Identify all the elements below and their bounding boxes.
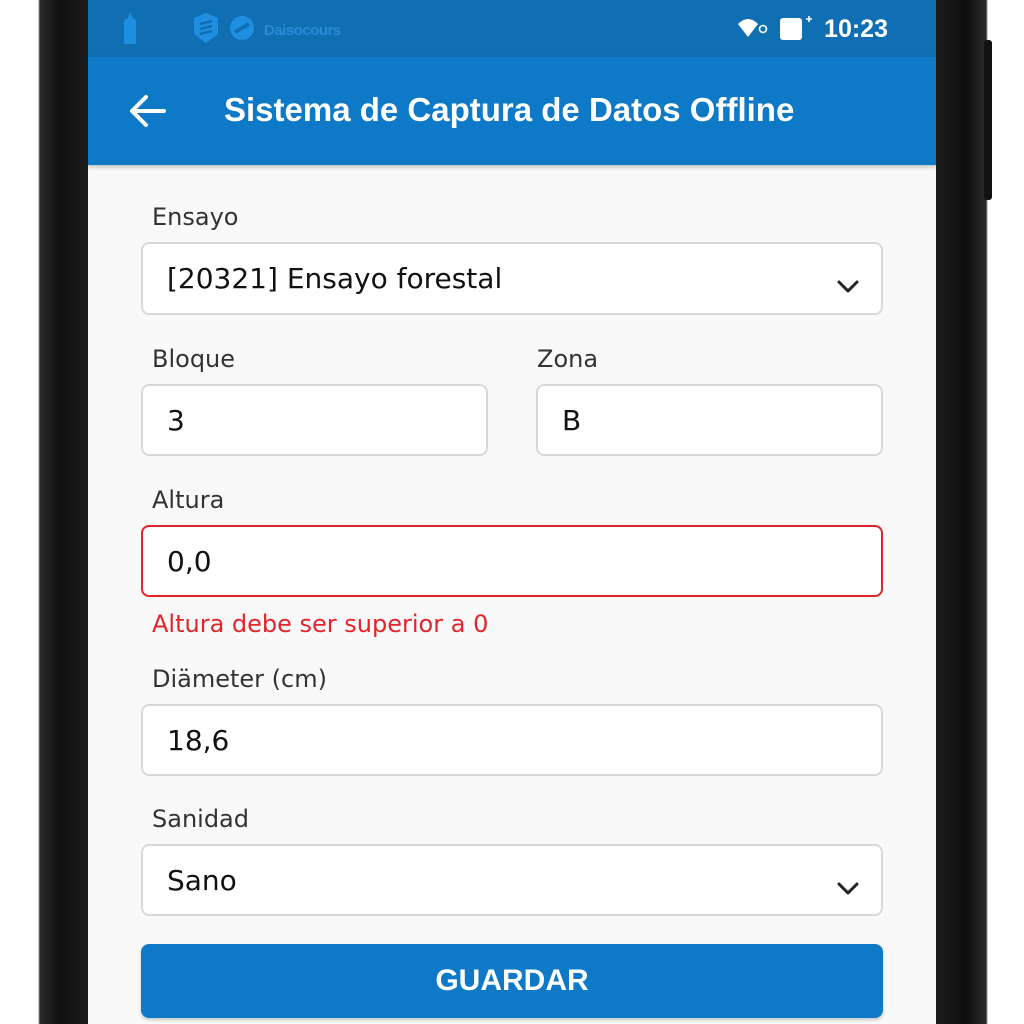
diametro-input[interactable]: 18,6	[141, 704, 883, 776]
sanidad-select[interactable]: Sano	[141, 844, 883, 916]
ensayo-select[interactable]: [20321] Ensayo forestal	[141, 242, 883, 315]
status-time: 10:23	[824, 15, 888, 43]
chevron-down-icon	[837, 870, 859, 903]
save-button[interactable]: GUARDAR	[141, 944, 883, 1018]
ensayo-label: Ensayo	[152, 203, 239, 231]
status-icons	[736, 14, 814, 48]
brand-logo: Daisocours	[192, 12, 341, 48]
zona-value: B	[562, 403, 582, 437]
arrow-left-icon	[128, 93, 168, 133]
zona-input[interactable]: B	[536, 384, 883, 456]
bloque-input[interactable]: 3	[141, 384, 488, 456]
page-title: Sistema de Captura de Datos Offline	[224, 91, 795, 128]
wifi-icon	[736, 15, 768, 47]
altura-input[interactable]: 0,0	[141, 525, 883, 597]
phone-side-button	[984, 40, 992, 200]
battery-icon	[778, 14, 814, 48]
save-button-label: GUARDAR	[435, 964, 589, 997]
bloque-value: 3	[167, 403, 185, 437]
bookmark-icon	[122, 12, 138, 48]
status-bar: Daisocours 10:23	[88, 0, 936, 57]
shield-icon	[192, 12, 220, 48]
sanidad-value: Sano	[167, 863, 237, 897]
altura-label: Altura	[152, 486, 225, 514]
phone-bezel-right	[936, 0, 1024, 1024]
no-entry-icon	[228, 14, 256, 46]
chevron-down-icon	[837, 268, 859, 301]
phone-screen: Daisocours 10:23 Sistema de Captura de D…	[88, 0, 936, 1024]
sanidad-label: Sanidad	[152, 805, 249, 833]
bloque-label: Bloque	[152, 345, 236, 373]
phone-bezel-left	[0, 0, 88, 1024]
altura-value: 0,0	[167, 544, 212, 578]
back-button[interactable]	[126, 91, 170, 135]
diametro-value: 18,6	[167, 723, 230, 757]
ensayo-value: [20321] Ensayo forestal	[167, 262, 503, 295]
diametro-label: Diämeter (cm)	[152, 665, 327, 693]
app-bar: Sistema de Captura de Datos Offline	[88, 57, 936, 165]
altura-error-message: Altura debe ser superior a 0	[152, 610, 489, 638]
brand-name: Daisocours	[264, 21, 341, 39]
zona-label: Zona	[537, 345, 599, 373]
